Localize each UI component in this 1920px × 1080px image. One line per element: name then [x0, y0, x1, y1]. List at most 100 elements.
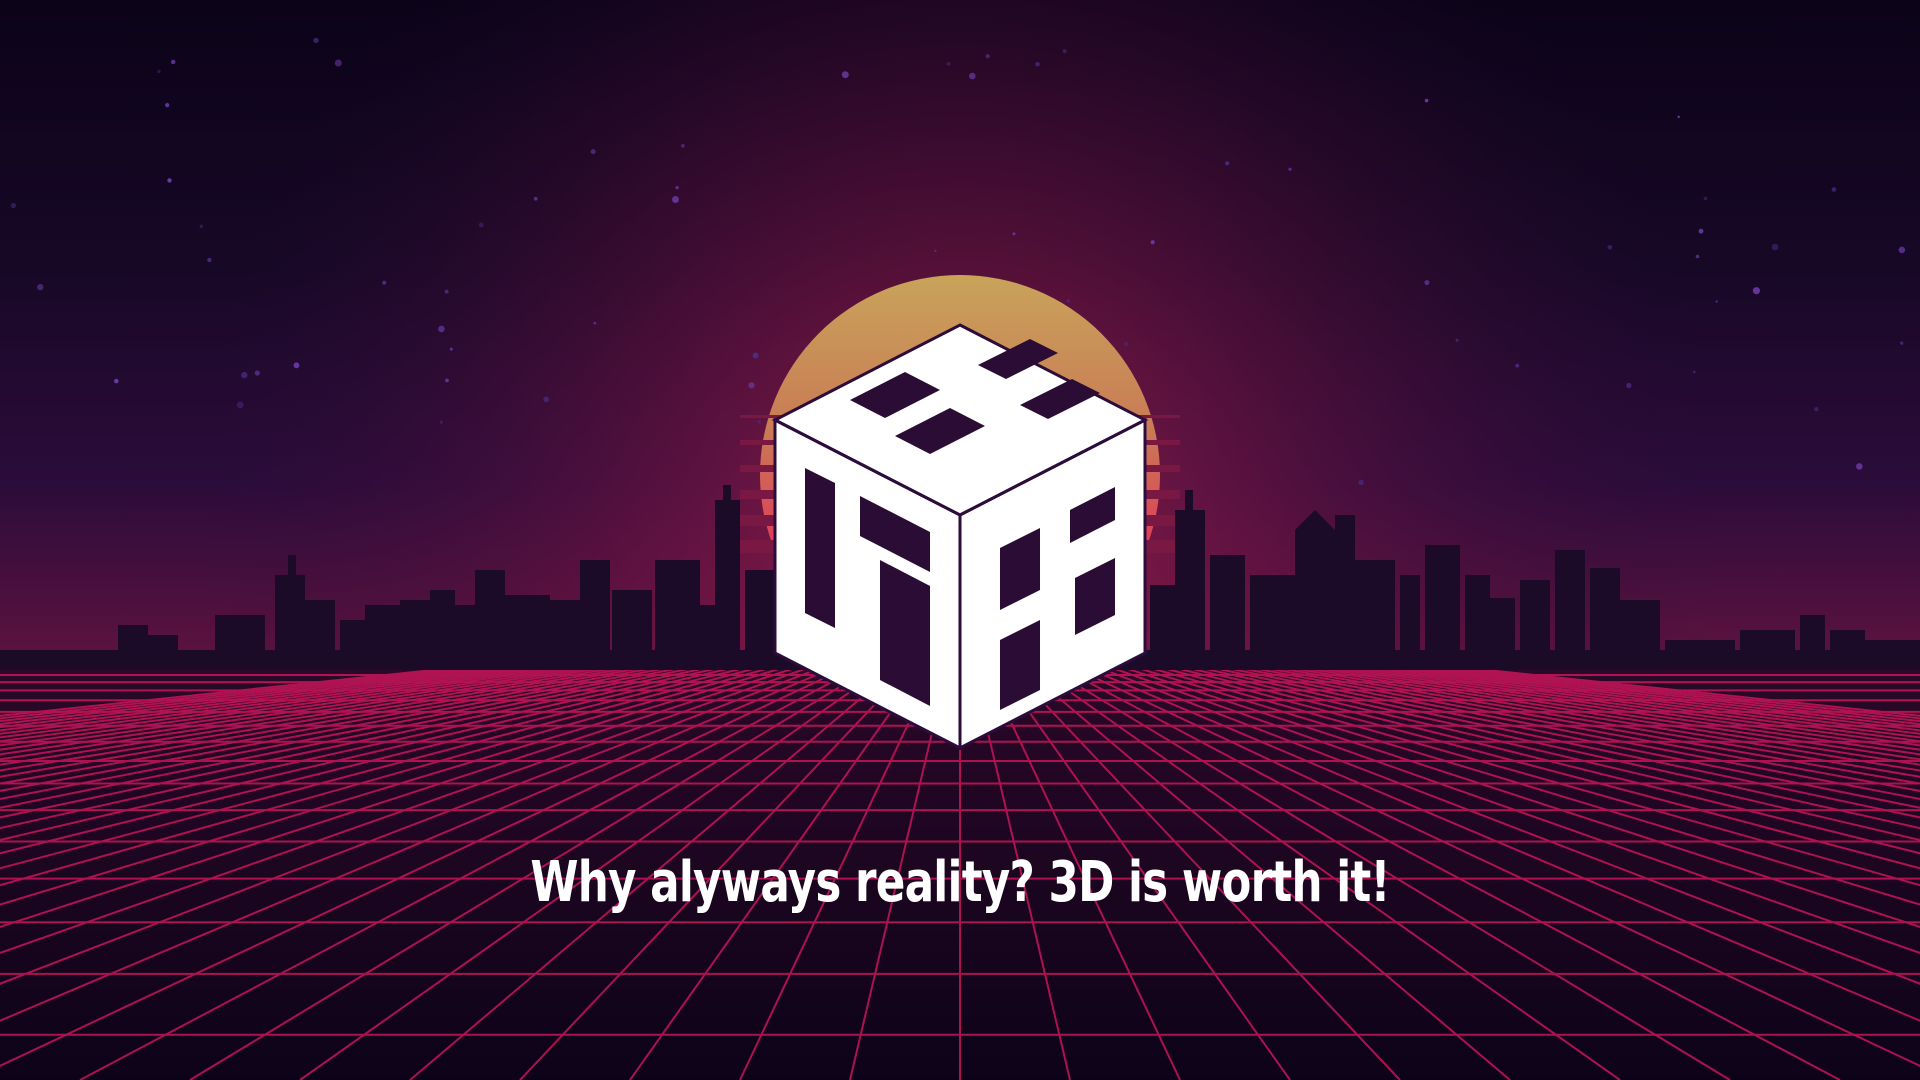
star — [1066, 299, 1070, 303]
star — [236, 401, 244, 409]
star — [1752, 287, 1760, 295]
building — [1175, 510, 1205, 670]
star — [334, 59, 342, 67]
building — [550, 600, 580, 670]
star — [439, 420, 443, 424]
building — [1620, 600, 1660, 670]
star — [1771, 243, 1779, 251]
tagline: Why alyways reality? 3D is worth it! — [530, 850, 1390, 915]
building — [580, 560, 610, 670]
retro-synthwave-background: Why alyways reality? 3D is worth it! — [0, 0, 1920, 1080]
star — [1225, 161, 1230, 166]
building — [118, 625, 148, 670]
building — [1830, 630, 1865, 670]
star — [969, 72, 976, 80]
building — [715, 500, 740, 670]
building — [148, 635, 178, 670]
star — [114, 378, 119, 384]
building — [1590, 568, 1620, 670]
building — [1865, 640, 1920, 670]
star — [1424, 280, 1430, 286]
star — [543, 396, 549, 403]
star — [1814, 407, 1819, 412]
star — [1424, 98, 1429, 103]
star — [10, 202, 16, 209]
star — [533, 196, 538, 201]
building — [365, 605, 400, 670]
star — [675, 186, 679, 190]
building — [1555, 550, 1585, 670]
building — [655, 560, 700, 670]
star — [37, 283, 44, 291]
star — [1288, 167, 1292, 171]
star — [1607, 245, 1613, 250]
star — [438, 325, 445, 333]
star — [1831, 187, 1837, 192]
building — [1250, 575, 1295, 670]
building — [723, 485, 731, 505]
star — [1358, 479, 1364, 486]
building — [1335, 515, 1355, 670]
star — [1693, 370, 1696, 374]
star — [1626, 382, 1632, 389]
building — [1295, 530, 1335, 670]
star — [207, 257, 212, 263]
star — [1455, 338, 1459, 342]
star — [1715, 300, 1719, 303]
star — [1062, 49, 1067, 54]
star — [985, 54, 990, 59]
star — [254, 370, 260, 376]
star — [157, 69, 161, 74]
building — [1355, 560, 1395, 670]
star — [1898, 246, 1906, 254]
star — [1677, 115, 1680, 119]
building — [1465, 575, 1490, 670]
star — [1012, 232, 1016, 236]
star — [382, 280, 387, 285]
building — [340, 620, 365, 670]
star — [1703, 196, 1708, 201]
star — [171, 59, 176, 65]
star — [1698, 228, 1704, 234]
building — [1665, 640, 1735, 670]
star — [313, 37, 319, 44]
building — [215, 615, 265, 670]
star — [1856, 463, 1863, 470]
building — [1740, 630, 1795, 670]
building — [1210, 555, 1245, 670]
star — [590, 149, 596, 155]
star — [478, 222, 484, 228]
star — [1150, 240, 1155, 245]
star — [1900, 341, 1904, 345]
building — [612, 590, 652, 670]
star — [757, 420, 761, 424]
star — [1695, 254, 1700, 259]
star — [681, 144, 685, 148]
building — [400, 600, 430, 670]
star — [241, 371, 248, 379]
star — [444, 289, 449, 294]
star — [1123, 341, 1129, 347]
star — [946, 62, 951, 66]
building — [275, 575, 305, 670]
building — [1800, 615, 1825, 670]
building — [305, 600, 335, 670]
star — [449, 347, 453, 351]
star — [672, 196, 679, 203]
building — [1490, 598, 1515, 670]
building — [1400, 575, 1420, 670]
star — [445, 378, 449, 383]
building — [430, 590, 455, 670]
building — [505, 595, 550, 670]
star — [748, 382, 755, 389]
star — [199, 224, 203, 228]
star — [167, 178, 172, 183]
building — [1185, 490, 1193, 515]
star — [1035, 61, 1040, 67]
star — [593, 321, 597, 325]
star — [841, 71, 849, 79]
star — [293, 362, 300, 369]
star — [1515, 363, 1520, 368]
building — [1520, 580, 1550, 670]
building — [475, 570, 505, 670]
